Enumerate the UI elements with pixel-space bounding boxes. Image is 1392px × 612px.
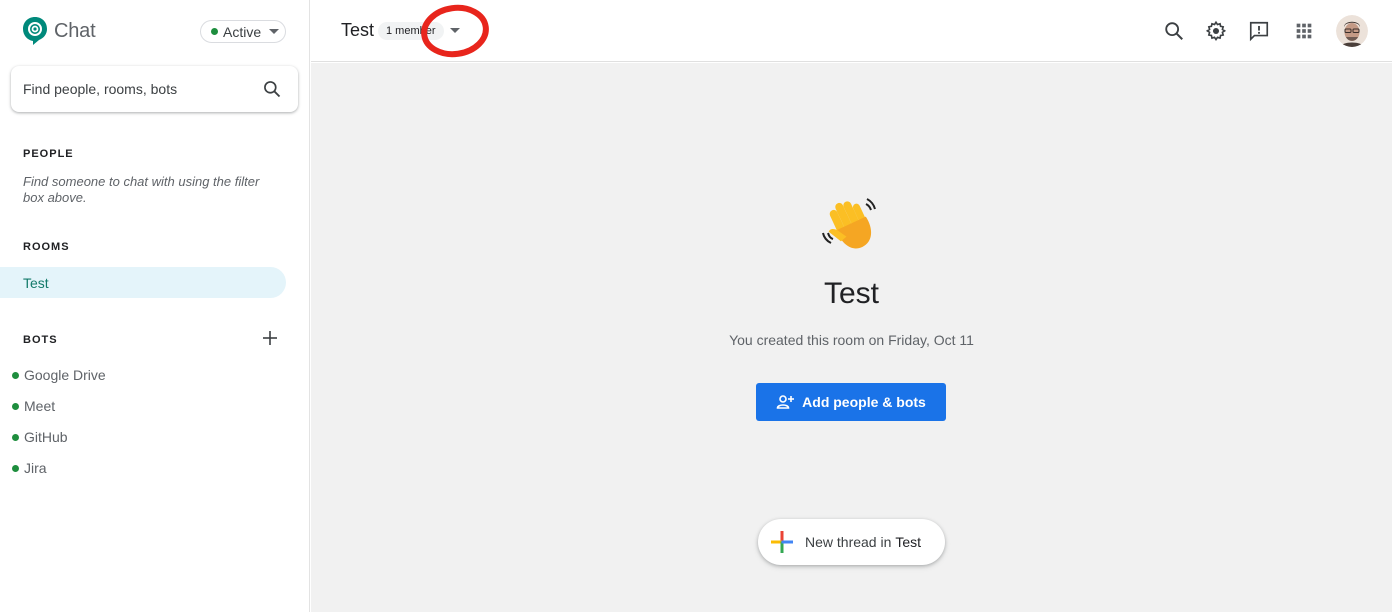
room-created-info: You created this room on Friday, Oct 11 [729,332,974,348]
status-label: Active [223,23,262,40]
room-menu-dropdown-icon[interactable] [450,28,460,34]
bot-item-google-drive[interactable]: Google Drive [12,367,106,383]
search-icon[interactable] [1163,20,1185,42]
add-people-bots-button[interactable]: Add people & bots [756,383,946,421]
avatar[interactable] [1336,15,1368,47]
room-label: Test [23,274,49,291]
bot-label: Google Drive [24,367,106,383]
sidebar: Chat Active PEOPLE Find someone to chat … [0,0,310,612]
bot-label: Meet [24,398,56,414]
add-person-icon [776,395,795,409]
room-item-test[interactable]: Test [0,267,286,298]
people-hint: Find someone to chat with using the filt… [23,174,260,205]
online-dot-icon [12,464,19,472]
rooms-section-label: ROOMS [23,241,70,253]
search-icon[interactable] [262,79,282,99]
bot-item-jira[interactable]: Jira [12,460,47,476]
add-button-label: Add people & bots [802,394,926,410]
bot-label: GitHub [24,429,68,445]
feedback-icon[interactable] [1248,20,1270,42]
member-count-chip[interactable]: 1 member [378,22,444,40]
bot-label: Jira [24,460,47,476]
settings-gear-icon[interactable] [1205,20,1227,42]
online-dot-icon [12,402,19,410]
bot-item-github[interactable]: GitHub [12,429,68,445]
waving-hand-icon [822,198,876,249]
chat-logo-icon [23,17,47,45]
status-dropdown[interactable]: Active [200,20,286,43]
brand[interactable]: Chat [22,16,96,46]
room-welcome-title: Test [823,277,880,310]
status-dot-icon [211,28,218,35]
apps-grid-icon[interactable] [1293,20,1315,42]
room-header: Test 1 member [311,0,1392,62]
bots-section-label: BOTS [23,334,58,346]
chat-app: Chat Active PEOPLE Find someone to chat … [0,0,1392,612]
colorful-plus-icon [771,531,793,553]
bot-item-meet[interactable]: Meet [12,398,55,414]
new-thread-prefix: New thread in [805,534,892,550]
people-section-label: PEOPLE [23,148,74,160]
app-name: Chat [54,19,96,42]
new-thread-button[interactable]: New thread in Test [758,519,945,565]
search-box [11,66,298,112]
online-dot-icon [12,371,19,379]
search-input[interactable] [23,81,243,97]
add-bot-plus-icon[interactable] [261,329,279,347]
new-thread-room: Test [895,534,922,550]
chevron-down-icon [269,29,280,34]
online-dot-icon [12,433,19,441]
room-main: Test You created this room on Friday, Oc… [311,63,1392,612]
room-title[interactable]: Test [341,20,374,41]
